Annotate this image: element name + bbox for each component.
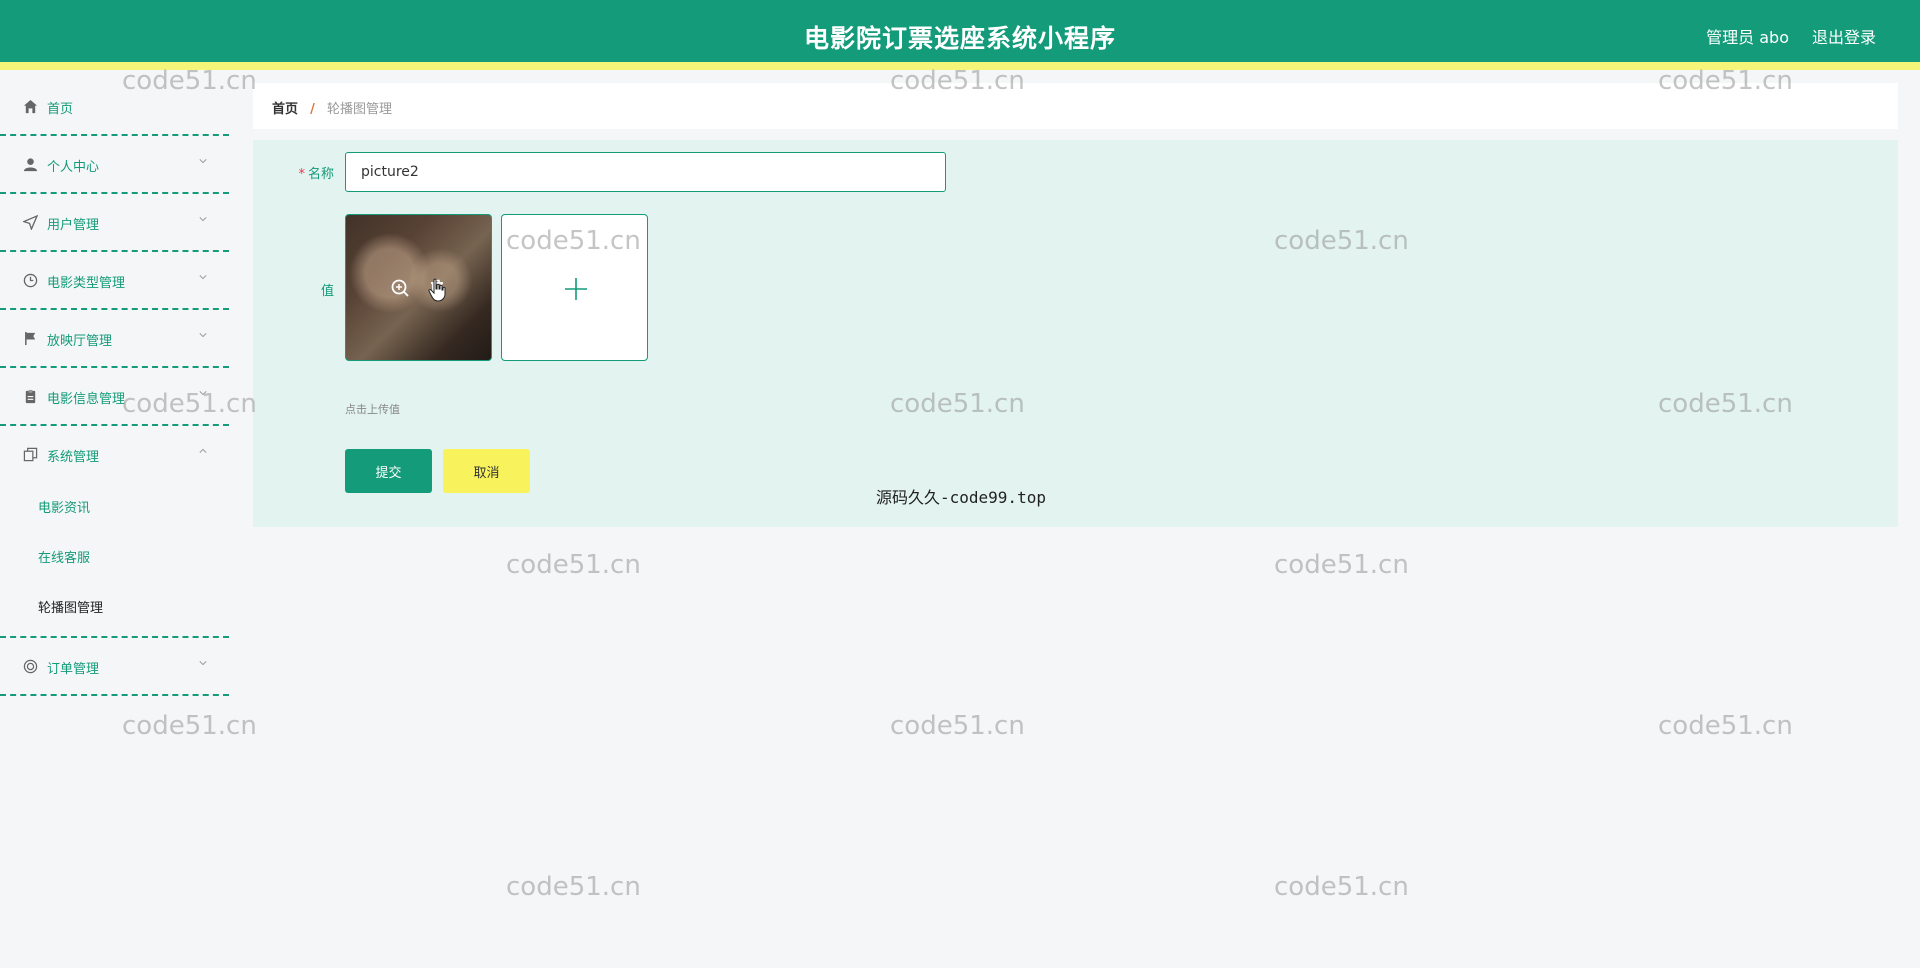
send-icon bbox=[22, 214, 38, 230]
submit-button[interactable]: 提交 bbox=[345, 449, 432, 493]
upload-hint: 点击上传值 bbox=[345, 403, 400, 416]
sidebar-item-label: 个人中心 bbox=[47, 160, 100, 175]
watermark: code51.cn bbox=[1274, 872, 1409, 902]
name-input[interactable] bbox=[345, 152, 946, 192]
clipboard-icon bbox=[22, 388, 38, 404]
breadcrumb-current: 轮播图管理 bbox=[327, 102, 393, 117]
sidebar-item-home[interactable]: 首页 bbox=[0, 78, 229, 136]
source-watermark: 源码久久-code99.top bbox=[876, 488, 1046, 507]
watermark: code51.cn bbox=[890, 711, 1025, 741]
sidebar-item-label: 订单管理 bbox=[47, 662, 100, 677]
sidebar-item-movie-types[interactable]: 电影类型管理 bbox=[0, 252, 229, 310]
sidebar-item-movie-info[interactable]: 电影信息管理 bbox=[0, 368, 229, 426]
chevron-down-icon bbox=[199, 661, 207, 666]
upload-add-button[interactable] bbox=[501, 214, 648, 361]
sidebar-item-label: 用户管理 bbox=[47, 218, 100, 233]
watermark: code51.cn bbox=[506, 550, 641, 580]
sidebar-item-label: 系统管理 bbox=[47, 450, 100, 465]
sidebar-item-label: 首页 bbox=[47, 102, 74, 117]
sidebar-subitem-carousel[interactable]: 轮播图管理 bbox=[0, 584, 229, 634]
sidebar-item-users[interactable]: 用户管理 bbox=[0, 194, 229, 252]
uploaded-image-thumbnail[interactable] bbox=[345, 214, 492, 361]
hand-cursor-icon bbox=[428, 278, 446, 302]
home-icon bbox=[22, 98, 38, 114]
app-title: 电影院订票选座系统小程序 bbox=[803, 24, 1116, 53]
zoom-in-icon[interactable] bbox=[389, 277, 411, 299]
watermark: code51.cn bbox=[506, 872, 641, 902]
sidebar: 首页 个人中心 用户管理 电影类型管理 放映厅管理 电影信息管理 系统管理 电影… bbox=[0, 78, 229, 968]
logout-link[interactable]: 退出登录 bbox=[1812, 24, 1876, 48]
sidebar-item-label: 放映厅管理 bbox=[47, 334, 113, 349]
sidebar-item-profile[interactable]: 个人中心 bbox=[0, 136, 229, 194]
sidebar-item-system[interactable]: 系统管理 bbox=[0, 426, 229, 484]
sidebar-subitem-online-service[interactable]: 在线客服 bbox=[0, 534, 229, 584]
clock-icon bbox=[22, 272, 38, 288]
chevron-down-icon bbox=[199, 391, 207, 396]
value-label: 值 bbox=[320, 284, 334, 299]
chevron-down-icon bbox=[199, 333, 207, 338]
sidebar-item-orders[interactable]: 订单管理 bbox=[0, 638, 229, 696]
cancel-button[interactable]: 取消 bbox=[443, 449, 530, 493]
user-icon bbox=[22, 156, 38, 172]
system-management-group: 系统管理 电影资讯 在线客服 轮播图管理 bbox=[0, 426, 229, 638]
sidebar-item-halls[interactable]: 放映厅管理 bbox=[0, 310, 229, 368]
breadcrumb-separator: / bbox=[310, 102, 315, 117]
plus-icon bbox=[565, 278, 587, 300]
chevron-down-icon bbox=[199, 217, 207, 222]
sidebar-item-label: 电影类型管理 bbox=[47, 276, 126, 291]
thumbnail-image bbox=[346, 215, 491, 360]
chevron-down-icon bbox=[199, 275, 207, 280]
top-header: 电影院订票选座系统小程序 管理员 abo 退出登录 bbox=[0, 0, 1920, 70]
chevron-down-icon bbox=[199, 159, 207, 164]
name-label: * 名称 bbox=[298, 167, 334, 182]
breadcrumb-home[interactable]: 首页 bbox=[272, 102, 298, 117]
sidebar-subitem-movie-news[interactable]: 电影资讯 bbox=[0, 484, 229, 534]
sidebar-item-label: 电影信息管理 bbox=[47, 392, 126, 407]
breadcrumb: 首页 / 轮播图管理 bbox=[253, 83, 1898, 129]
watermark: code51.cn bbox=[1658, 711, 1793, 741]
required-marker: * bbox=[298, 167, 305, 182]
copy-icon bbox=[22, 446, 38, 462]
user-label: 管理员 abo bbox=[1706, 28, 1789, 47]
watermark: code51.cn bbox=[1274, 550, 1409, 580]
flag-icon bbox=[22, 330, 38, 346]
target-icon bbox=[22, 658, 38, 674]
chevron-up-icon bbox=[199, 448, 207, 453]
